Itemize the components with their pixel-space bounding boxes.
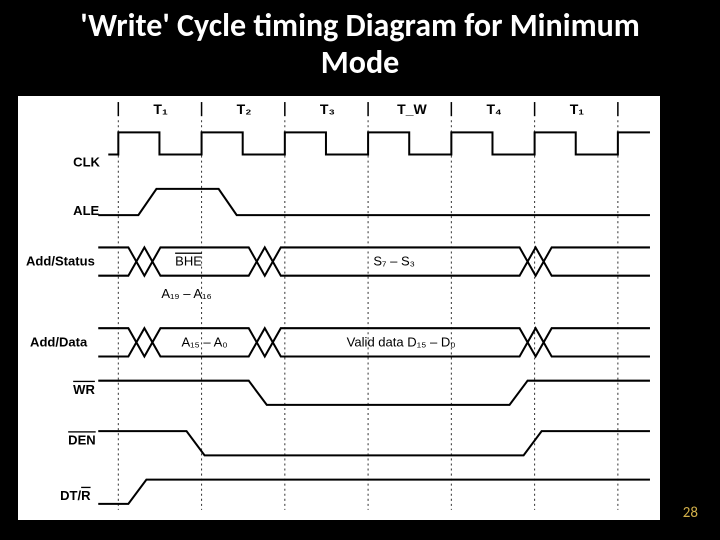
svg-text:DEN: DEN [68, 432, 96, 447]
signal-add-data: Add/Data A₁₅ – A₀ Valid data D₁₅ – D₀ [30, 328, 650, 356]
signal-wr: WR [73, 381, 650, 405]
signal-den: DEN [68, 431, 650, 455]
page-number: 28 [683, 504, 698, 522]
svg-text:T₂: T₂ [237, 101, 252, 117]
svg-text:T₃: T₃ [320, 101, 335, 117]
svg-text:A₁₅ – A₀: A₁₅ – A₀ [181, 334, 227, 349]
slide-title: 'Write' Cycle timing Diagram for Minimum… [0, 0, 720, 88]
svg-text:T₁: T₁ [153, 101, 168, 117]
svg-text:T₁: T₁ [570, 101, 585, 117]
signal-dtr: DT/R [60, 480, 650, 504]
svg-text:Add/Data: Add/Data [30, 334, 88, 349]
svg-text:T_W: T_W [397, 101, 427, 117]
timing-diagram: T₁ T₂ T₃ T_W T₄ T₁ CLK [18, 96, 660, 520]
signal-clk: CLK [73, 132, 650, 169]
signal-add-status: Add/Status BHE S₇ – S₃ A₁₉ – A₁₆ [26, 247, 650, 300]
svg-text:S₇ – S₃: S₇ – S₃ [373, 254, 415, 269]
svg-text:A₁₉ – A₁₆: A₁₉ – A₁₆ [161, 286, 211, 301]
svg-text:BHE: BHE [175, 254, 202, 269]
svg-text:DT/R: DT/R [60, 488, 91, 503]
svg-text:ALE: ALE [73, 203, 99, 218]
time-axis: T₁ T₂ T₃ T_W T₄ T₁ [118, 101, 618, 510]
svg-text:Add/Status: Add/Status [26, 254, 95, 269]
svg-text:Valid data D₁₅ – D₀: Valid data D₁₅ – D₀ [347, 334, 456, 349]
svg-text:CLK: CLK [73, 155, 100, 170]
svg-text:T₄: T₄ [486, 101, 502, 117]
svg-text:WR: WR [73, 382, 95, 397]
signal-ale: ALE [73, 189, 650, 218]
